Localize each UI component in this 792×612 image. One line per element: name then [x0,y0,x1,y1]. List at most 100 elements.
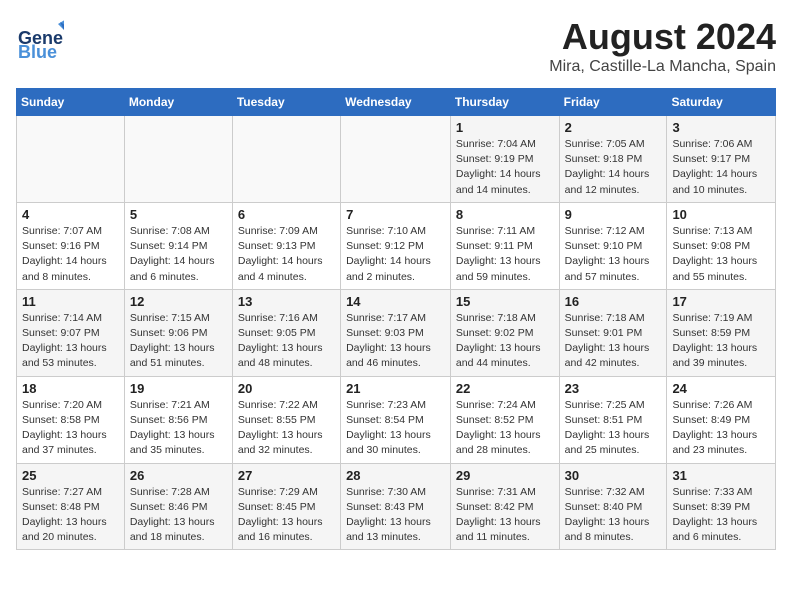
day-info: Sunrise: 7:30 AM Sunset: 8:43 PM Dayligh… [346,485,445,546]
day-info: Sunrise: 7:19 AM Sunset: 8:59 PM Dayligh… [672,311,770,372]
calendar-cell: 26Sunrise: 7:28 AM Sunset: 8:46 PM Dayli… [124,463,232,550]
day-info: Sunrise: 7:18 AM Sunset: 9:02 PM Dayligh… [456,311,554,372]
calendar-table: SundayMondayTuesdayWednesdayThursdayFrid… [16,88,776,550]
calendar-cell: 23 Sunrise: 7:25 AM Sunset: 8:51 PM Dayli… [559,376,667,463]
calendar-cell: 5 Sunrise: 7:08 AM Sunset: 9:14 PM Daylig… [124,202,232,289]
calendar-cell: 22 Sunrise: 7:24 AM Sunset: 8:52 PM Dayli… [450,376,559,463]
calendar-header-tuesday: Tuesday [232,89,340,116]
calendar-cell: 17 Sunrise: 7:19 AM Sunset: 8:59 PM Dayli… [667,289,776,376]
day-number: 17 [672,294,770,309]
day-number: 18 [22,381,119,396]
title-block: August 2024 Mira, Castille-La Mancha, Sp… [549,16,776,76]
location-subtitle: Mira, Castille-La Mancha, Spain [549,58,776,76]
calendar-cell: 27 Sunrise: 7:29 AM Sunset: 8:45 PM Dayli… [232,463,340,550]
calendar-cell: 11 Sunrise: 7:14 AM Sunset: 9:07 PM Dayli… [17,289,125,376]
day-number: 28 [346,468,445,483]
logo-icon: General Blue [16,16,64,64]
day-info: Sunrise: 7:25 AM Sunset: 8:51 PM Dayligh… [565,398,662,459]
calendar-cell: 8 Sunrise: 7:11 AM Sunset: 9:11 PM Daylig… [450,202,559,289]
day-info: Sunrise: 7:22 AM Sunset: 8:55 PM Dayligh… [238,398,335,459]
calendar-cell: 19Sunrise: 7:21 AM Sunset: 8:56 PM Dayli… [124,376,232,463]
calendar-header-row: SundayMondayTuesdayWednesdayThursdayFrid… [17,89,776,116]
day-number: 31 [672,468,770,483]
calendar-cell [341,116,451,203]
calendar-cell: 4 Sunrise: 7:07 AM Sunset: 9:16 PM Daylig… [17,202,125,289]
day-info: Sunrise: 7:21 AM Sunset: 8:56 PM Dayligh… [130,398,227,459]
calendar-header-monday: Monday [124,89,232,116]
day-number: 1 [456,120,554,135]
calendar-cell: 9Sunrise: 7:12 AM Sunset: 9:10 PM Daylig… [559,202,667,289]
svg-text:Blue: Blue [18,42,57,62]
day-number: 30 [565,468,662,483]
day-number: 11 [22,294,119,309]
calendar-cell: 28 Sunrise: 7:30 AM Sunset: 8:43 PM Dayli… [341,463,451,550]
calendar-cell: 15 Sunrise: 7:18 AM Sunset: 9:02 PM Dayli… [450,289,559,376]
day-number: 20 [238,381,335,396]
calendar-cell: 6 Sunrise: 7:09 AM Sunset: 9:13 PM Daylig… [232,202,340,289]
calendar-header-wednesday: Wednesday [341,89,451,116]
day-info: Sunrise: 7:31 AM Sunset: 8:42 PM Dayligh… [456,485,554,546]
calendar-week-row: 4 Sunrise: 7:07 AM Sunset: 9:16 PM Daylig… [17,202,776,289]
day-info: Sunrise: 7:11 AM Sunset: 9:11 PM Dayligh… [456,224,554,285]
calendar-cell: 21 Sunrise: 7:23 AM Sunset: 8:54 PM Dayli… [341,376,451,463]
day-number: 4 [22,207,119,222]
day-info: Sunrise: 7:10 AM Sunset: 9:12 PM Dayligh… [346,224,445,285]
day-info: Sunrise: 7:27 AM Sunset: 8:48 PM Dayligh… [22,485,119,546]
day-info: Sunrise: 7:05 AM Sunset: 9:18 PM Dayligh… [565,137,662,198]
calendar-cell: 24Sunrise: 7:26 AM Sunset: 8:49 PM Dayli… [667,376,776,463]
day-number: 23 [565,381,662,396]
calendar-header-friday: Friday [559,89,667,116]
day-info: Sunrise: 7:08 AM Sunset: 9:14 PM Dayligh… [130,224,227,285]
calendar-cell: 7 Sunrise: 7:10 AM Sunset: 9:12 PM Daylig… [341,202,451,289]
calendar-header-sunday: Sunday [17,89,125,116]
calendar-week-row: 1Sunrise: 7:04 AM Sunset: 9:19 PM Daylig… [17,116,776,203]
day-info: Sunrise: 7:29 AM Sunset: 8:45 PM Dayligh… [238,485,335,546]
calendar-cell: 1Sunrise: 7:04 AM Sunset: 9:19 PM Daylig… [450,116,559,203]
calendar-cell [232,116,340,203]
day-info: Sunrise: 7:33 AM Sunset: 8:39 PM Dayligh… [672,485,770,546]
calendar-cell: 29 Sunrise: 7:31 AM Sunset: 8:42 PM Dayli… [450,463,559,550]
page-header: General Blue August 2024 Mira, Castille-… [16,16,776,76]
logo: General Blue [16,16,64,64]
day-number: 9 [565,207,662,222]
day-number: 26 [130,468,227,483]
day-info: Sunrise: 7:09 AM Sunset: 9:13 PM Dayligh… [238,224,335,285]
calendar-header-saturday: Saturday [667,89,776,116]
calendar-cell: 25 Sunrise: 7:27 AM Sunset: 8:48 PM Dayli… [17,463,125,550]
day-info: Sunrise: 7:16 AM Sunset: 9:05 PM Dayligh… [238,311,335,372]
calendar-cell: 12Sunrise: 7:15 AM Sunset: 9:06 PM Dayli… [124,289,232,376]
day-info: Sunrise: 7:13 AM Sunset: 9:08 PM Dayligh… [672,224,770,285]
day-info: Sunrise: 7:17 AM Sunset: 9:03 PM Dayligh… [346,311,445,372]
day-number: 15 [456,294,554,309]
calendar-cell [124,116,232,203]
day-number: 22 [456,381,554,396]
day-info: Sunrise: 7:20 AM Sunset: 8:58 PM Dayligh… [22,398,119,459]
calendar-week-row: 11 Sunrise: 7:14 AM Sunset: 9:07 PM Dayli… [17,289,776,376]
day-number: 3 [672,120,770,135]
day-number: 29 [456,468,554,483]
calendar-cell: 31 Sunrise: 7:33 AM Sunset: 8:39 PM Dayli… [667,463,776,550]
day-number: 8 [456,207,554,222]
day-number: 2 [565,120,662,135]
calendar-cell: 20 Sunrise: 7:22 AM Sunset: 8:55 PM Dayli… [232,376,340,463]
day-number: 25 [22,468,119,483]
day-info: Sunrise: 7:07 AM Sunset: 9:16 PM Dayligh… [22,224,119,285]
day-number: 6 [238,207,335,222]
day-number: 7 [346,207,445,222]
day-info: Sunrise: 7:14 AM Sunset: 9:07 PM Dayligh… [22,311,119,372]
day-info: Sunrise: 7:24 AM Sunset: 8:52 PM Dayligh… [456,398,554,459]
day-number: 5 [130,207,227,222]
day-number: 27 [238,468,335,483]
day-number: 21 [346,381,445,396]
calendar-header-thursday: Thursday [450,89,559,116]
day-info: Sunrise: 7:06 AM Sunset: 9:17 PM Dayligh… [672,137,770,198]
calendar-cell: 13 Sunrise: 7:16 AM Sunset: 9:05 PM Dayli… [232,289,340,376]
calendar-cell: 16Sunrise: 7:18 AM Sunset: 9:01 PM Dayli… [559,289,667,376]
day-info: Sunrise: 7:23 AM Sunset: 8:54 PM Dayligh… [346,398,445,459]
calendar-week-row: 18 Sunrise: 7:20 AM Sunset: 8:58 PM Dayli… [17,376,776,463]
day-info: Sunrise: 7:18 AM Sunset: 9:01 PM Dayligh… [565,311,662,372]
calendar-week-row: 25 Sunrise: 7:27 AM Sunset: 8:48 PM Dayli… [17,463,776,550]
calendar-cell: 14Sunrise: 7:17 AM Sunset: 9:03 PM Dayli… [341,289,451,376]
calendar-cell [17,116,125,203]
day-number: 13 [238,294,335,309]
